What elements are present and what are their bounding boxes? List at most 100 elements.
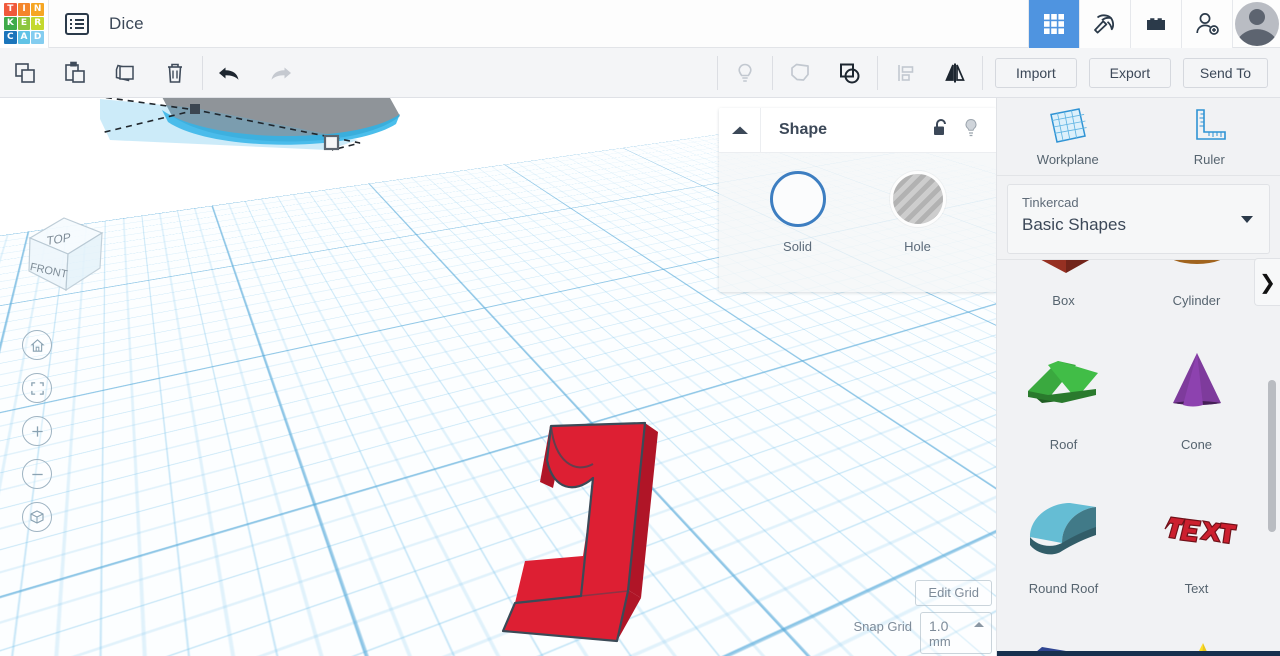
shape-inspector-panel: Shape Solid Hole (719, 108, 996, 292)
grid-icon (1044, 13, 1064, 34)
document-menu-button[interactable] (49, 0, 105, 48)
shape-round-roof[interactable]: Round Roof (997, 464, 1130, 608)
blocks-button[interactable] (1130, 0, 1181, 48)
align-icon (898, 64, 914, 81)
cube-view-icon (30, 510, 44, 524)
app-header: TINKERCAD Dice (0, 0, 1280, 48)
ruler-icon (1196, 109, 1227, 140)
avatar (1234, 1, 1279, 46)
toolbar-separator-2 (716, 55, 718, 90)
grid-view-button[interactable] (1028, 0, 1079, 48)
logo-tile-k: K (4, 16, 17, 31)
shape-round-roof-thumbnail (1014, 485, 1114, 577)
trash-icon (168, 63, 182, 83)
shape-wedge[interactable]: Wedge (997, 608, 1130, 656)
delete-button[interactable] (150, 48, 200, 97)
shape-list-scrollbar[interactable] (1268, 380, 1276, 532)
avatar-button[interactable] (1232, 0, 1280, 48)
toolbar-separator (202, 55, 203, 90)
export-button[interactable]: Export (1088, 57, 1171, 88)
add-person-icon (1196, 12, 1219, 35)
ungroup-button[interactable] (775, 48, 825, 97)
tools-button[interactable] (1079, 0, 1130, 48)
shape-cone[interactable]: Cone (1130, 320, 1263, 464)
lightbulb-icon (965, 118, 977, 136)
solid-label: Solid (783, 239, 812, 254)
fit-to-view-button[interactable] (22, 373, 52, 403)
snap-grid-stepper[interactable]: 1.0 mm (920, 612, 992, 654)
shape-panel-body: Solid Hole (719, 153, 996, 292)
zoom-in-button[interactable] (22, 416, 52, 446)
header-actions (1028, 0, 1280, 48)
logo-tile-d: D (31, 31, 44, 45)
page-title: Dice (109, 13, 144, 33)
paste-icon (65, 61, 85, 83)
undo-arrow-icon (219, 67, 239, 80)
invite-people-button[interactable] (1181, 0, 1232, 48)
shape-pyramid[interactable]: Pyramid (1130, 608, 1263, 656)
logo-tile-c: C (4, 31, 17, 45)
toolbar-separator-5 (981, 55, 983, 90)
shape-box[interactable]: Box (997, 260, 1130, 320)
shape-round-roof-label: Round Roof (1028, 581, 1099, 596)
copy-icon (15, 62, 35, 83)
unlock-button[interactable] (932, 118, 950, 143)
shape-roof[interactable]: Roof (997, 320, 1130, 464)
workplane-icon (1049, 108, 1087, 143)
library-selected-label: Basic Shapes (1022, 215, 1126, 234)
snap-grid-unit: mm (929, 634, 951, 649)
mirror-flip-icon (945, 63, 965, 82)
shape-panel-collapse-button[interactable] (719, 108, 761, 153)
document-list-icon (65, 12, 89, 35)
ruler-tool[interactable]: Ruler (1139, 98, 1280, 175)
shape-list-viewport[interactable]: Box Cylinder Roof Cone Round Roof Text WedgePy… (997, 259, 1280, 656)
shape-light-button[interactable] (962, 117, 980, 144)
canvas-nav-buttons (22, 330, 52, 545)
shape-roof-label: Roof (1049, 437, 1078, 452)
workplane-tool[interactable]: Workplane (997, 98, 1139, 175)
shape-box-thumbnail (1014, 260, 1114, 289)
shape-text-label: Text (1184, 581, 1209, 596)
shape-panel-title: Shape (779, 121, 828, 138)
shape-panel-icons (932, 117, 996, 144)
perspective-toggle-button[interactable] (22, 502, 52, 532)
hole-option[interactable]: Hole (885, 171, 951, 292)
tinkercad-logo[interactable]: TINKERCAD (0, 0, 48, 48)
shape-cone-thumbnail (1147, 341, 1247, 433)
home-view-button[interactable] (22, 330, 52, 360)
shape-box-label: Box (1052, 293, 1075, 308)
duplicate-button[interactable] (100, 48, 150, 97)
library-group-label: Tinkercad (1022, 195, 1079, 210)
shape-text[interactable]: Text (1130, 464, 1263, 608)
send-to-button[interactable]: Send To (1182, 57, 1268, 88)
paste-button[interactable] (50, 48, 100, 97)
solid-swatch (769, 171, 826, 227)
logo-tile-i: I (17, 2, 31, 16)
snap-grid-up-arrow[interactable] (974, 622, 984, 627)
selected-dice-shape[interactable] (79, 98, 430, 218)
import-button[interactable]: Import (994, 57, 1077, 88)
note-button[interactable] (720, 48, 770, 97)
redo-button[interactable] (255, 48, 305, 97)
sidebar-tools: Workplane Ruler (997, 98, 1280, 176)
minus-icon (31, 473, 43, 475)
mirror-button[interactable] (930, 48, 980, 97)
align-button[interactable] (880, 48, 930, 97)
solid-option[interactable]: Solid (765, 171, 831, 292)
group-button[interactable] (825, 48, 875, 97)
snap-grid-row: Snap Grid 1.0 mm (853, 612, 992, 654)
copy-button[interactable] (0, 48, 50, 97)
sidebar-bottom-bar (997, 651, 1280, 656)
snap-grid-label: Snap Grid (853, 619, 912, 634)
edit-grid-button[interactable]: Edit Grid (915, 580, 992, 606)
unlock-icon (934, 118, 946, 135)
view-cube[interactable]: TOP FRONT (14, 206, 114, 306)
toolbar-separator-4 (876, 55, 878, 90)
zoom-out-button[interactable] (22, 459, 52, 489)
shape-cylinder[interactable]: Cylinder (1130, 260, 1263, 320)
collapse-sidebar-button[interactable]: ❯ (1254, 258, 1280, 306)
shape-library-dropdown[interactable]: Tinkercad Basic Shapes (1007, 184, 1270, 254)
ruler-tool-label: Ruler (1193, 152, 1225, 167)
undo-button[interactable] (205, 48, 255, 97)
number-one-shape[interactable] (495, 398, 695, 656)
